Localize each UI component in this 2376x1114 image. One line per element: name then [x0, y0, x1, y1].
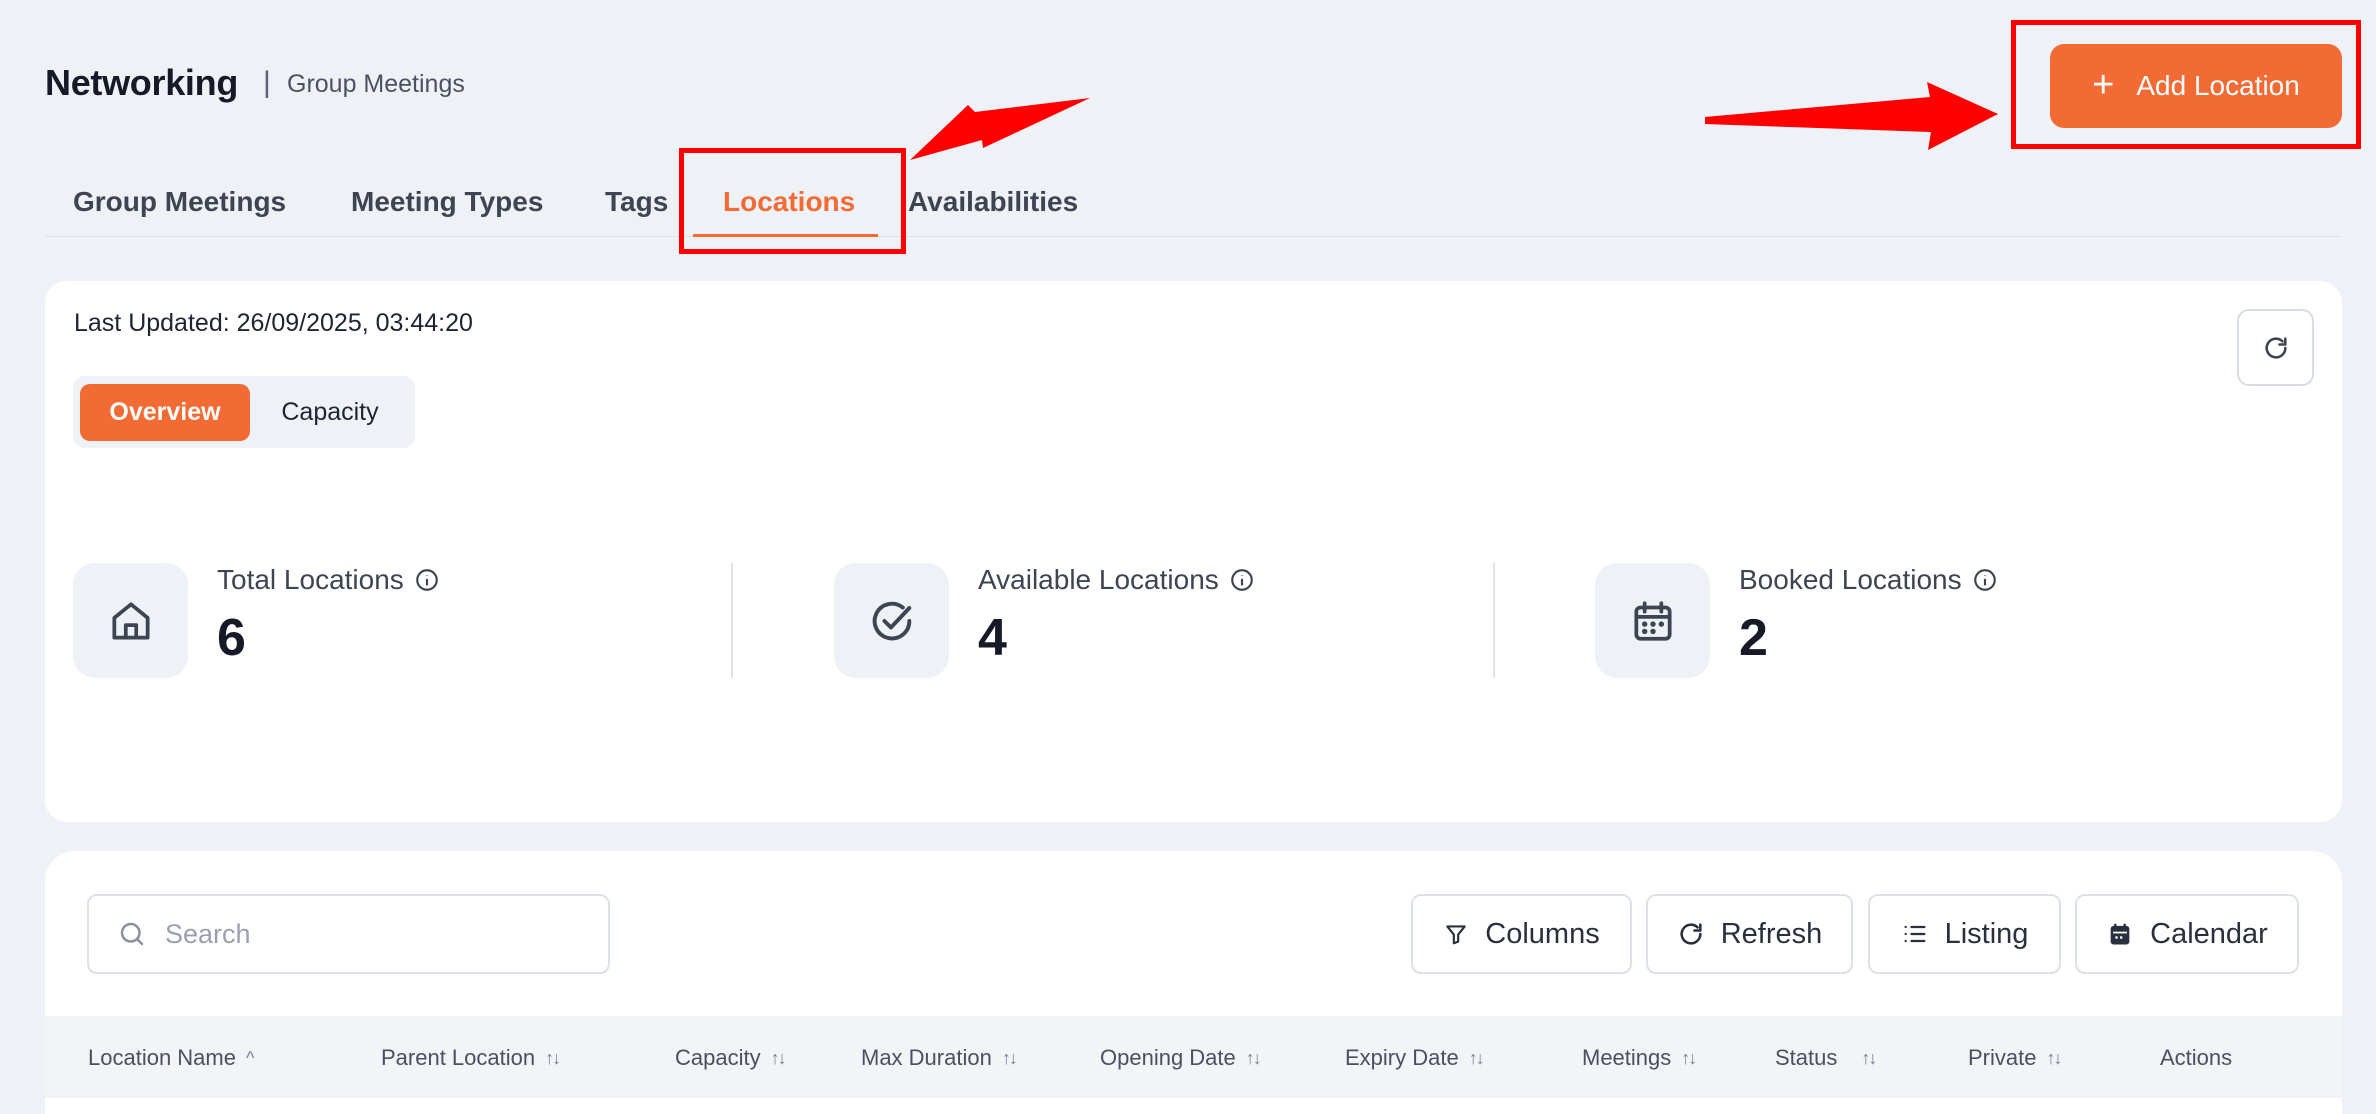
info-icon[interactable] [1229, 567, 1255, 593]
home-icon [111, 601, 150, 640]
sort-icon: ↑↓ [1001, 1047, 1018, 1068]
stat-booked-label-text: Booked Locations [1739, 564, 1962, 595]
col-opening-date[interactable]: Opening Date ↑↓ [1100, 1045, 1262, 1071]
columns-label: Columns [1485, 917, 1600, 950]
tab-tags[interactable]: Tags [605, 186, 668, 218]
listing-label: Listing [1944, 917, 2029, 950]
stat-total-value: 6 [217, 609, 246, 667]
title-separator: | [263, 66, 271, 99]
col-max-duration[interactable]: Max Duration ↑↓ [861, 1045, 1018, 1071]
col-label: Parent Location [381, 1045, 536, 1070]
arrow-to-locations-tab [910, 98, 1090, 160]
col-private[interactable]: Private ↑↓ [1968, 1045, 2062, 1071]
calendar-icon [2110, 923, 2130, 945]
breadcrumb-subtitle: Group Meetings [287, 70, 465, 98]
arrow-to-add-location [1705, 82, 1998, 150]
stat-booked-icon-tile [1595, 563, 1710, 678]
col-label: Private [1968, 1045, 2037, 1070]
stat-available-icon-tile [834, 563, 949, 678]
calendar-icon [1633, 600, 1672, 641]
stat-available-label: Available Locations [978, 564, 1255, 596]
col-actions: Actions [2160, 1045, 2232, 1071]
refresh-stats-button[interactable] [2237, 309, 2314, 386]
search-field[interactable] [87, 894, 610, 974]
refresh-label: Refresh [1720, 917, 1823, 950]
sort-icon: ↑↓ [1681, 1047, 1697, 1068]
annotation-box-locations-tab [679, 148, 906, 254]
annotation-box-add-location [2011, 20, 2361, 149]
search-input[interactable] [165, 918, 585, 950]
refresh-icon [1680, 923, 1702, 945]
col-label: Capacity [675, 1045, 761, 1070]
tabs-divider [45, 236, 2341, 237]
stat-total-icon-tile [73, 563, 188, 678]
col-meetings[interactable]: Meetings ↑↓ [1582, 1045, 1697, 1071]
sort-asc-icon: ^ [245, 1047, 255, 1068]
refresh-icon [2264, 336, 2287, 359]
col-label: Status [1775, 1045, 1838, 1070]
stat-booked-label: Booked Locations [1739, 564, 1998, 596]
tab-availabilities[interactable]: Availabilities [908, 186, 1078, 218]
col-label: Meetings [1582, 1045, 1672, 1070]
col-label: Opening Date [1100, 1045, 1236, 1070]
filter-icon [1446, 925, 1467, 945]
col-label: Location Name [88, 1045, 236, 1070]
stat-total-label-text: Total Locations [217, 564, 404, 595]
calendar-label: Calendar [2150, 917, 2268, 950]
col-location-name[interactable]: Location Name ^ [88, 1045, 255, 1071]
stat-divider [1493, 563, 1495, 678]
stat-total-label: Total Locations [217, 564, 440, 596]
sort-icon: ↑↓ [2046, 1047, 2062, 1068]
listing-button[interactable]: Listing [1868, 894, 2061, 974]
info-icon[interactable] [414, 567, 440, 593]
col-status[interactable]: Status ↑↓ [1775, 1045, 1877, 1071]
columns-button[interactable]: Columns [1411, 894, 1632, 974]
refresh-button[interactable]: Refresh [1646, 894, 1853, 974]
segment-overview[interactable]: Overview [80, 384, 250, 441]
summary-card [45, 281, 2342, 822]
last-updated-text: Last Updated: 26/09/2025, 03:44:20 [74, 309, 473, 337]
info-icon[interactable] [1972, 567, 1998, 593]
stat-available-value: 4 [978, 609, 1007, 667]
stat-divider [731, 563, 733, 678]
col-label: Max Duration [861, 1045, 992, 1070]
sort-icon: ↑↓ [1861, 1047, 1877, 1068]
stat-available-label-text: Available Locations [978, 564, 1219, 595]
stat-booked-value: 2 [1739, 609, 1768, 667]
sort-icon: ↑↓ [1245, 1047, 1262, 1068]
search-icon [120, 922, 144, 946]
sort-icon: ↑↓ [770, 1047, 787, 1068]
col-capacity[interactable]: Capacity ↑↓ [675, 1045, 787, 1071]
col-expiry-date[interactable]: Expiry Date ↑↓ [1345, 1045, 1485, 1071]
check-circle-icon [872, 601, 911, 640]
col-label: Actions [2160, 1045, 2233, 1070]
sort-icon: ↑↓ [1468, 1047, 1485, 1068]
list-icon [1904, 925, 1926, 943]
segment-capacity[interactable]: Capacity [255, 384, 405, 441]
page-title: Networking [45, 62, 239, 103]
sort-icon: ↑↓ [545, 1047, 561, 1068]
tab-meeting-types[interactable]: Meeting Types [351, 186, 543, 218]
tab-group-meetings[interactable]: Group Meetings [73, 186, 286, 218]
col-label: Expiry Date [1345, 1045, 1459, 1070]
calendar-button[interactable]: Calendar [2075, 894, 2299, 974]
col-parent-location[interactable]: Parent Location ↑↓ [381, 1045, 561, 1071]
